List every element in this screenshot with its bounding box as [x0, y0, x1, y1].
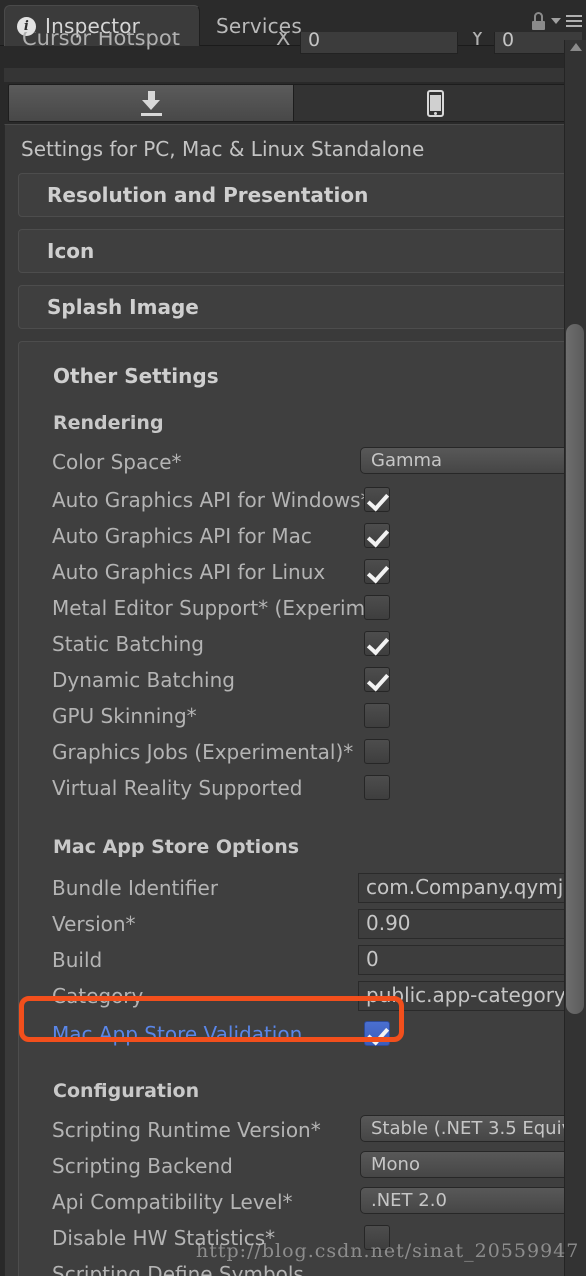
section-icon-label: Icon: [47, 239, 95, 263]
section-resolution-and-presentation-label: Resolution and Presentation: [47, 183, 369, 207]
cursor-hotspot-row: Cursor Hotspot X 0 Y 0: [4, 32, 582, 68]
row-label-scripting-define-symbols: Scripting Define Symbols: [52, 1262, 304, 1276]
bundle-identifier-input[interactable]: com.Company.qymjp: [358, 873, 582, 903]
checkbox-virtual-reality-supported[interactable]: [364, 775, 390, 800]
checkbox-metal-editor-support[interactable]: [364, 595, 390, 620]
settings-title: Settings for PC, Mac & Linux Standalone: [21, 137, 425, 161]
platform-tab-ios[interactable]: [293, 85, 577, 121]
hamburger-menu-icon[interactable]: [566, 15, 582, 27]
section-other-settings-label[interactable]: Other Settings: [53, 364, 219, 388]
row-label-category: Category: [52, 984, 144, 1008]
row-label-graphics-jobs: Graphics Jobs (Experimental)*: [52, 740, 354, 764]
row-label-auto-gfx-windows: Auto Graphics API for Windows*: [52, 488, 364, 512]
ios-phone-icon: [426, 89, 444, 117]
row-label-static-batching: Static Batching: [52, 632, 204, 656]
lock-body: [532, 21, 545, 30]
row-label-bundle-identifier: Bundle Identifier: [52, 876, 219, 900]
row-label-color-space: Color Space*: [52, 450, 182, 474]
section-resolution-and-presentation[interactable]: Resolution and Presentation: [18, 173, 582, 217]
version-input[interactable]: 0.90: [358, 909, 582, 939]
unity-inspector-window: i Inspector Services Cursor Hotspot X 0 …: [0, 0, 586, 1276]
cursor-hotspot-x-input[interactable]: 0: [300, 32, 458, 54]
row-label-mac-app-store-validation: Mac App Store Validation: [52, 1022, 303, 1046]
scripting-runtime-version-dropdown[interactable]: Stable (.NET 3.5 Equivalent): [360, 1115, 582, 1142]
player-settings-panel: Settings for PC, Mac & Linux Standalone …: [4, 124, 582, 1276]
checkbox-graphics-jobs[interactable]: [364, 739, 390, 764]
color-space-dropdown[interactable]: Gamma: [360, 447, 582, 474]
lock-shackle: [534, 12, 543, 21]
category-input[interactable]: public.app-category: [358, 981, 582, 1011]
toolbar-spacer: [4, 68, 582, 82]
row-label-build: Build: [52, 948, 103, 972]
row-label-scripting-backend: Scripting Backend: [52, 1154, 233, 1178]
scripting-backend-dropdown[interactable]: Mono: [360, 1151, 582, 1178]
cursor-hotspot-y-label: Y: [471, 32, 484, 50]
group-rendering-label: Rendering: [53, 412, 164, 434]
vertical-scrollbar[interactable]: [564, 40, 586, 1276]
group-mac-app-store-options-label: Mac App Store Options: [53, 836, 300, 858]
row-label-auto-gfx-linux: Auto Graphics API for Linux: [52, 560, 326, 584]
section-splash-image[interactable]: Splash Image: [18, 285, 582, 329]
chevron-down-icon[interactable]: [551, 18, 561, 24]
platform-tab-standalone[interactable]: [9, 85, 294, 121]
cursor-hotspot-label: Cursor Hotspot: [22, 32, 180, 50]
row-label-dynamic-batching: Dynamic Batching: [52, 668, 235, 692]
watermark-text: http://blog.csdn.net/sinat_20559947: [196, 1240, 580, 1262]
cursor-hotspot-x-label: X: [276, 32, 291, 50]
checkbox-auto-gfx-linux[interactable]: [364, 559, 390, 584]
checkbox-static-batching[interactable]: [364, 631, 390, 656]
section-icon[interactable]: Icon: [18, 229, 582, 273]
scrollbar-thumb[interactable]: [566, 324, 584, 1014]
row-label-version: Version*: [52, 912, 136, 936]
scroll-up-arrow-icon[interactable]: [570, 43, 582, 51]
group-configuration-label: Configuration: [53, 1080, 200, 1102]
checkbox-gpu-skinning[interactable]: [364, 703, 390, 728]
checkbox-mac-app-store-validation[interactable]: [364, 1021, 390, 1046]
tab-bar-controls: [531, 12, 582, 30]
checkbox-auto-gfx-mac[interactable]: [364, 523, 390, 548]
row-label-virtual-reality-supported: Virtual Reality Supported: [52, 776, 303, 800]
checkbox-dynamic-batching[interactable]: [364, 667, 390, 692]
lock-icon[interactable]: [531, 12, 546, 30]
section-splash-image-label: Splash Image: [47, 295, 199, 319]
row-label-metal-editor-support: Metal Editor Support* (Experimental): [52, 596, 364, 620]
checkbox-auto-gfx-windows[interactable]: [364, 487, 390, 512]
row-label-api-compatibility-level: Api Compatibility Level*: [52, 1190, 293, 1214]
section-other-settings: Other Settings Rendering Color Space* Ga…: [18, 341, 582, 1276]
api-compatibility-level-dropdown[interactable]: .NET 2.0: [360, 1187, 582, 1214]
row-label-scripting-runtime-version: Scripting Runtime Version*: [52, 1118, 321, 1142]
platform-selector: [8, 84, 578, 122]
row-label-auto-gfx-mac: Auto Graphics API for Mac: [52, 524, 312, 548]
standalone-download-icon: [138, 90, 164, 116]
row-label-gpu-skinning: GPU Skinning*: [52, 704, 197, 728]
build-input[interactable]: 0: [358, 945, 582, 975]
